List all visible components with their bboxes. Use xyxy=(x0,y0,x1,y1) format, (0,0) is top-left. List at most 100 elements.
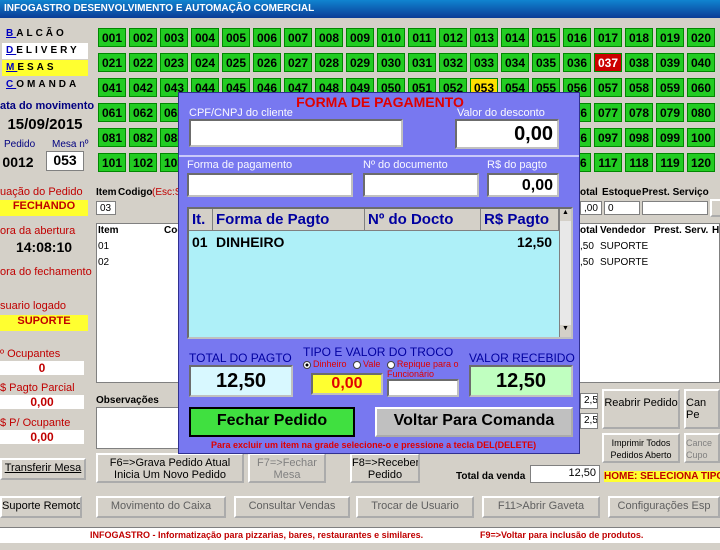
nav-balcao[interactable]: BALCÃO xyxy=(2,26,88,42)
table-037-button[interactable]: 037 xyxy=(594,53,622,72)
table-010-button[interactable]: 010 xyxy=(377,28,405,47)
radio-repique-icon[interactable] xyxy=(386,360,395,369)
forma-input[interactable] xyxy=(187,173,353,197)
table-023-button[interactable]: 023 xyxy=(160,53,188,72)
voltar-comanda-button[interactable]: Voltar Para Comanda xyxy=(375,407,573,437)
table-038-button[interactable]: 038 xyxy=(625,53,653,72)
table-030-button[interactable]: 030 xyxy=(377,53,405,72)
table-017-button[interactable]: 017 xyxy=(594,28,622,47)
table-028-button[interactable]: 028 xyxy=(315,53,343,72)
table-060-button[interactable]: 060 xyxy=(687,78,715,97)
abrir-gaveta-button[interactable]: F11>Abrir Gaveta xyxy=(482,496,600,518)
table-007-button[interactable]: 007 xyxy=(284,28,312,47)
table-013-button[interactable]: 013 xyxy=(470,28,498,47)
table-079-button[interactable]: 079 xyxy=(656,103,684,122)
table-033-button[interactable]: 033 xyxy=(470,53,498,72)
table-026-button[interactable]: 026 xyxy=(253,53,281,72)
table-031-button[interactable]: 031 xyxy=(408,53,436,72)
items-grid[interactable] xyxy=(96,223,186,383)
table-020-button[interactable]: 020 xyxy=(687,28,715,47)
table-062-button[interactable]: 062 xyxy=(129,103,157,122)
table-042-button[interactable]: 042 xyxy=(129,78,157,97)
grid-scrollbar[interactable]: ▲ ▼ xyxy=(559,209,571,337)
table-057-button[interactable]: 057 xyxy=(594,78,622,97)
table-005-button[interactable]: 005 xyxy=(222,28,250,47)
table-099-button[interactable]: 099 xyxy=(656,128,684,147)
table-117-button[interactable]: 117 xyxy=(594,153,622,172)
table-021-button[interactable]: 021 xyxy=(98,53,126,72)
scroll-up-icon[interactable]: ▲ xyxy=(560,209,571,221)
table-018-button[interactable]: 018 xyxy=(625,28,653,47)
table-097-button[interactable]: 097 xyxy=(594,128,622,147)
radio-dinheiro[interactable]: Dinheiro xyxy=(303,359,347,369)
funcionario-input[interactable] xyxy=(387,379,459,397)
table-100-button[interactable]: 100 xyxy=(687,128,715,147)
table-058-button[interactable]: 058 xyxy=(625,78,653,97)
table-036-button[interactable]: 036 xyxy=(563,53,591,72)
table-080-button[interactable]: 080 xyxy=(687,103,715,122)
nav-mesas[interactable]: MESAS xyxy=(2,60,88,76)
table-004-button[interactable]: 004 xyxy=(191,28,219,47)
table-032-button[interactable]: 032 xyxy=(439,53,467,72)
radio-dinheiro-icon[interactable] xyxy=(303,360,311,369)
table-025-button[interactable]: 025 xyxy=(222,53,250,72)
cancelar-pedido-button[interactable]: Can Pe xyxy=(684,389,720,429)
table-003-button[interactable]: 003 xyxy=(160,28,188,47)
table-040-button[interactable]: 040 xyxy=(687,53,715,72)
prest-button[interactable] xyxy=(710,199,720,217)
table-014-button[interactable]: 014 xyxy=(501,28,529,47)
nav-comanda[interactable]: COMANDA xyxy=(2,77,88,93)
observacoes-input[interactable] xyxy=(96,407,180,449)
table-077-button[interactable]: 077 xyxy=(594,103,622,122)
table-006-button[interactable]: 006 xyxy=(253,28,281,47)
table-008-button[interactable]: 008 xyxy=(315,28,343,47)
table-118-button[interactable]: 118 xyxy=(625,153,653,172)
table-019-button[interactable]: 019 xyxy=(656,28,684,47)
imprimir-pedidos-button[interactable]: Imprimir Todos Pedidos Aberto xyxy=(602,433,680,463)
table-102-button[interactable]: 102 xyxy=(129,153,157,172)
movimento-caixa-button[interactable]: Movimento do Caixa xyxy=(96,496,226,518)
rs-pagto-input[interactable]: 0,00 xyxy=(487,173,559,197)
table-101-button[interactable]: 101 xyxy=(98,153,126,172)
table-081-button[interactable]: 081 xyxy=(98,128,126,147)
item-input[interactable]: 03 xyxy=(96,201,116,215)
table-034-button[interactable]: 034 xyxy=(501,53,529,72)
table-059-button[interactable]: 059 xyxy=(656,78,684,97)
fechar-pedido-button[interactable]: Fechar Pedido xyxy=(189,407,355,437)
transferir-mesa-button[interactable]: Transferir Mesa xyxy=(0,458,86,480)
table-002-button[interactable]: 002 xyxy=(129,28,157,47)
table-061-button[interactable]: 061 xyxy=(98,103,126,122)
table-035-button[interactable]: 035 xyxy=(532,53,560,72)
trocar-usuario-button[interactable]: Trocar de Usuario xyxy=(356,496,474,518)
cpf-input[interactable] xyxy=(189,119,403,147)
table-022-button[interactable]: 022 xyxy=(129,53,157,72)
configuracoes-button[interactable]: Configurações Esp xyxy=(608,496,720,518)
table-015-button[interactable]: 015 xyxy=(532,28,560,47)
table-041-button[interactable]: 041 xyxy=(98,78,126,97)
table-082-button[interactable]: 082 xyxy=(129,128,157,147)
table-012-button[interactable]: 012 xyxy=(439,28,467,47)
table-027-button[interactable]: 027 xyxy=(284,53,312,72)
table-011-button[interactable]: 011 xyxy=(408,28,436,47)
radio-vale[interactable]: Vale xyxy=(353,359,380,369)
table-029-button[interactable]: 029 xyxy=(346,53,374,72)
table-001-button[interactable]: 001 xyxy=(98,28,126,47)
documento-input[interactable] xyxy=(363,173,479,197)
table-024-button[interactable]: 024 xyxy=(191,53,219,72)
scroll-down-icon[interactable]: ▼ xyxy=(560,325,571,337)
radio-repique[interactable]: Repique para o xyxy=(386,359,458,369)
table-078-button[interactable]: 078 xyxy=(625,103,653,122)
table-016-button[interactable]: 016 xyxy=(563,28,591,47)
f6-gravar-button[interactable]: F6=>Grava Pedido Atual Inicia Um Novo Pe… xyxy=(96,453,244,483)
nav-delivery[interactable]: DELIVERY xyxy=(2,43,88,59)
suporte-remoto-button[interactable]: Suporte Remoto xyxy=(0,496,82,518)
payments-grid[interactable]: It. Forma de Pagto Nº do Docto R$ Pagto … xyxy=(187,207,573,339)
desconto-input[interactable]: 0,00 xyxy=(455,119,559,149)
table-120-button[interactable]: 120 xyxy=(687,153,715,172)
table-009-button[interactable]: 009 xyxy=(346,28,374,47)
consultar-vendas-button[interactable]: Consultar Vendas xyxy=(234,496,350,518)
reabrir-pedido-button[interactable]: Reabrir Pedido xyxy=(602,389,680,429)
table-039-button[interactable]: 039 xyxy=(656,53,684,72)
f8-receber-button[interactable]: F8=>Receber Pedido xyxy=(350,453,420,483)
prest-input[interactable] xyxy=(642,201,708,215)
